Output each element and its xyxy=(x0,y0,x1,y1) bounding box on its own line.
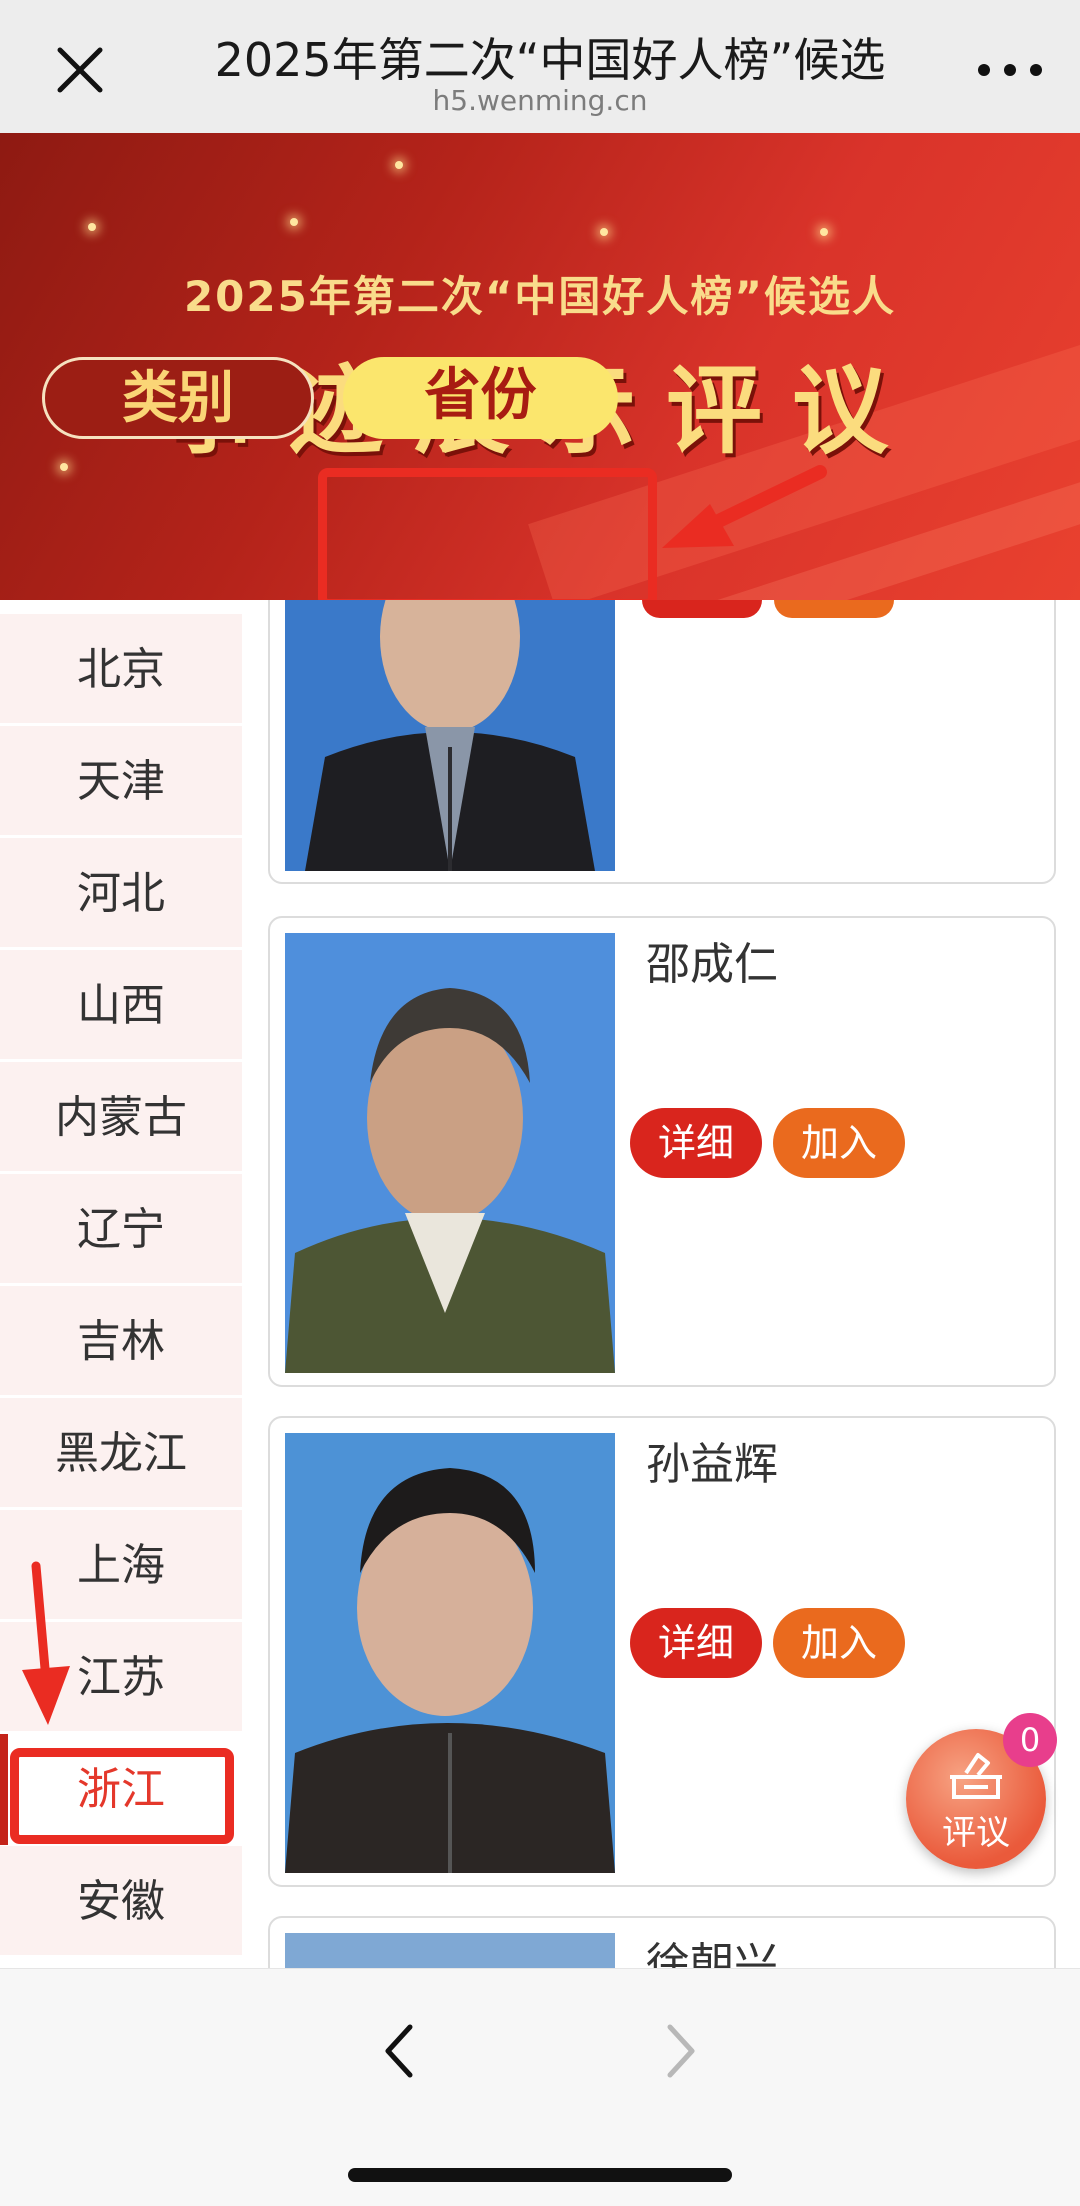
candidate-card: 详细 xyxy=(268,600,1056,884)
annotation-highlight-box xyxy=(10,1748,234,1844)
sidebar-item-tianjin[interactable]: 天津 xyxy=(0,726,242,837)
sidebar-item-neimenggu[interactable]: 内蒙古 xyxy=(0,1062,242,1173)
comment-count-badge: 0 xyxy=(1003,1713,1057,1767)
more-options-icon[interactable] xyxy=(970,48,1050,88)
add-button[interactable]: 加入 xyxy=(773,1108,905,1178)
page-url: h5.wenming.cn xyxy=(432,84,648,117)
candidate-name: 徐朝兴 xyxy=(646,1939,778,1968)
candidate-photo xyxy=(285,1933,615,1968)
detail-button[interactable]: 详细 xyxy=(630,1608,762,1678)
sidebar-item-hebei[interactable]: 河北 xyxy=(0,838,242,949)
candidate-name: 孙益辉 xyxy=(646,1439,778,1490)
detail-button[interactable]: 详细 xyxy=(630,1108,762,1178)
add-button[interactable]: 加入 xyxy=(773,1608,905,1678)
ballot-box-icon xyxy=(950,1753,1002,1799)
home-indicator xyxy=(348,2168,732,2182)
sparkle xyxy=(395,161,403,169)
candidate-name: 邵成仁 xyxy=(646,939,778,990)
sparkle xyxy=(290,218,298,226)
sidebar-item-heilongjiang[interactable]: 黑龙江 xyxy=(0,1398,242,1509)
tab-province[interactable]: 省份 xyxy=(343,357,618,439)
sidebar-item-beijing[interactable]: 北京 xyxy=(0,614,242,725)
detail-button-partial[interactable] xyxy=(642,600,762,618)
active-indicator xyxy=(0,1734,8,1845)
candidate-card: 邵成仁 详细 加入 xyxy=(268,916,1056,1387)
candidate-photo xyxy=(285,600,615,871)
sparkle xyxy=(88,223,96,231)
candidate-photo xyxy=(285,933,615,1373)
annotation-arrow-icon xyxy=(22,1561,70,1725)
sparkle xyxy=(600,228,608,236)
add-button-partial[interactable] xyxy=(774,600,894,618)
comment-button-label: 评议 xyxy=(942,1813,1010,1853)
browser-top-bar: 2025年第二次“中国好人榜”候选 h5.wenming.cn xyxy=(0,0,1080,133)
tab-category[interactable]: 类别 xyxy=(42,357,314,439)
sidebar-item-jilin[interactable]: 吉林 xyxy=(0,1286,242,1397)
annotation-arrow-icon xyxy=(662,465,827,548)
back-arrow-icon[interactable] xyxy=(380,2021,420,2081)
page-title: 2025年第二次“中国好人榜”候选 xyxy=(214,33,886,84)
candidate-photo xyxy=(285,1433,615,1873)
annotation-highlight-box xyxy=(318,468,657,608)
sidebar-item-shanxi[interactable]: 山西 xyxy=(0,950,242,1061)
province-sidebar: 北京 天津 河北 山西 内蒙古 辽宁 吉林 黑龙江 上海 江苏 浙江 安徽 xyxy=(0,600,242,1968)
sidebar-item-liaoning[interactable]: 辽宁 xyxy=(0,1174,242,1285)
page: 2025年第二次“中国好人榜”候选 h5.wenming.cn 2025年第二次… xyxy=(0,0,1080,2206)
banner-subtitle: 2025年第二次“中国好人榜”候选人 xyxy=(183,272,897,321)
sparkle xyxy=(820,228,828,236)
candidate-card: 徐朝兴 xyxy=(268,1916,1056,1968)
sidebar-item-anhui[interactable]: 安徽 xyxy=(0,1846,242,1957)
forward-arrow-icon[interactable] xyxy=(660,2021,700,2081)
